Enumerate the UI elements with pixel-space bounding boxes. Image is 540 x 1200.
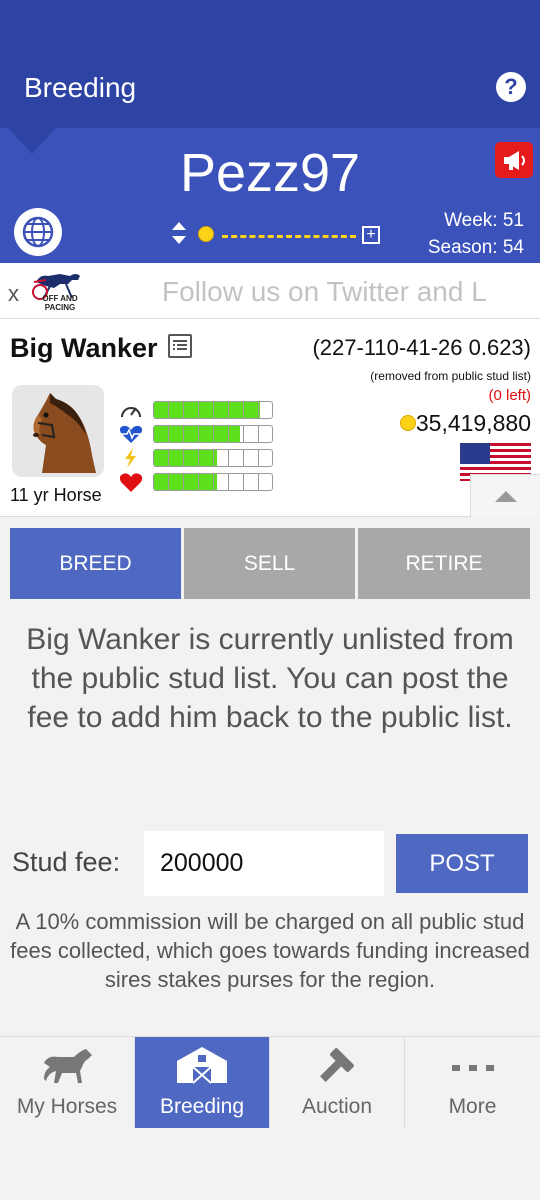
horse-age: 11 yr Horse [10, 485, 102, 505]
ad-close-button[interactable]: x [8, 281, 19, 307]
nav-more[interactable]: More [405, 1037, 540, 1129]
globe-icon[interactable] [14, 208, 62, 256]
username: Pezz97 [179, 143, 361, 203]
nav-label: My Horses [16, 1095, 118, 1118]
horse-name[interactable]: Big Wanker [10, 333, 158, 364]
coin-icon [400, 415, 416, 431]
nav-label: Breeding [159, 1095, 245, 1118]
nav-label: More [448, 1095, 497, 1118]
stud-left-note: (0 left) [488, 387, 531, 404]
stat-bar [153, 401, 273, 419]
empty-area [0, 1128, 540, 1200]
bottom-nav: My Horses Breeding Auction More [0, 1036, 540, 1129]
week-label: Week: 51 [444, 210, 524, 231]
sulky-logo-icon: OFF AND PACING [30, 268, 90, 312]
post-button[interactable]: POST [396, 834, 528, 893]
question-circle-icon[interactable]: ? [496, 72, 526, 102]
ad-text[interactable]: Follow us on Twitter and L [162, 276, 487, 308]
progress-dashes [222, 235, 356, 238]
coin-icon [198, 226, 214, 242]
earnings: 35,419,880 [415, 410, 531, 436]
stat-bar [153, 473, 273, 491]
stud-fee-label: Stud fee: [12, 847, 121, 877]
horse-avatar[interactable] [12, 385, 104, 477]
stud-status-note: (removed from public stud list) [370, 369, 531, 383]
page-title: Breeding [24, 72, 137, 103]
heart-icon [118, 471, 144, 493]
header-notch [8, 128, 56, 154]
collapse-button[interactable] [470, 474, 540, 517]
horse-icon [0, 1045, 134, 1085]
nav-auction[interactable]: Auction [270, 1037, 404, 1129]
heartbeat-icon [118, 423, 144, 445]
commission-note: A 10% commission will be charged on all … [10, 909, 530, 992]
nav-label: Auction [301, 1095, 373, 1118]
nav-breeding[interactable]: Breeding [135, 1037, 269, 1129]
stat-bar [153, 449, 273, 467]
tab-retire[interactable]: RETIRE [358, 528, 530, 599]
plus-box-icon[interactable]: + [362, 226, 380, 244]
sort-arrows-icon[interactable] [170, 220, 188, 251]
megaphone-icon[interactable] [495, 142, 533, 178]
notes-icon[interactable] [168, 334, 192, 358]
speedometer-icon [118, 399, 144, 421]
nav-my-horses[interactable]: My Horses [0, 1037, 134, 1129]
action-tabs: BREED SELL RETIRE [10, 528, 530, 599]
race-record: (227-110-41-26 0.623) [312, 335, 531, 360]
horse-card: Big Wanker (227-110-41-26 0.623) (remove… [0, 319, 540, 517]
app-header: Breeding ? [0, 0, 540, 128]
user-bar: Pezz97 + Week: 51 Season: 54 [0, 128, 540, 263]
stud-fee-input[interactable] [144, 831, 384, 896]
gavel-icon [270, 1045, 404, 1085]
more-dots-icon [405, 1045, 540, 1085]
tab-sell[interactable]: SELL [184, 528, 355, 599]
barn-icon [135, 1045, 269, 1085]
lightning-icon [118, 447, 144, 469]
season-label: Season: 54 [427, 237, 524, 258]
stat-bar [153, 425, 273, 443]
ad-banner[interactable]: x OFF AND PACING Follow us on Twitter an… [0, 263, 540, 319]
tab-breed[interactable]: BREED [10, 528, 181, 599]
chevron-up-icon [495, 491, 517, 502]
unlisted-message: Big Wanker is currently unlisted from th… [26, 623, 514, 734]
ad-logo-text: OFF AND PACING [42, 294, 78, 312]
